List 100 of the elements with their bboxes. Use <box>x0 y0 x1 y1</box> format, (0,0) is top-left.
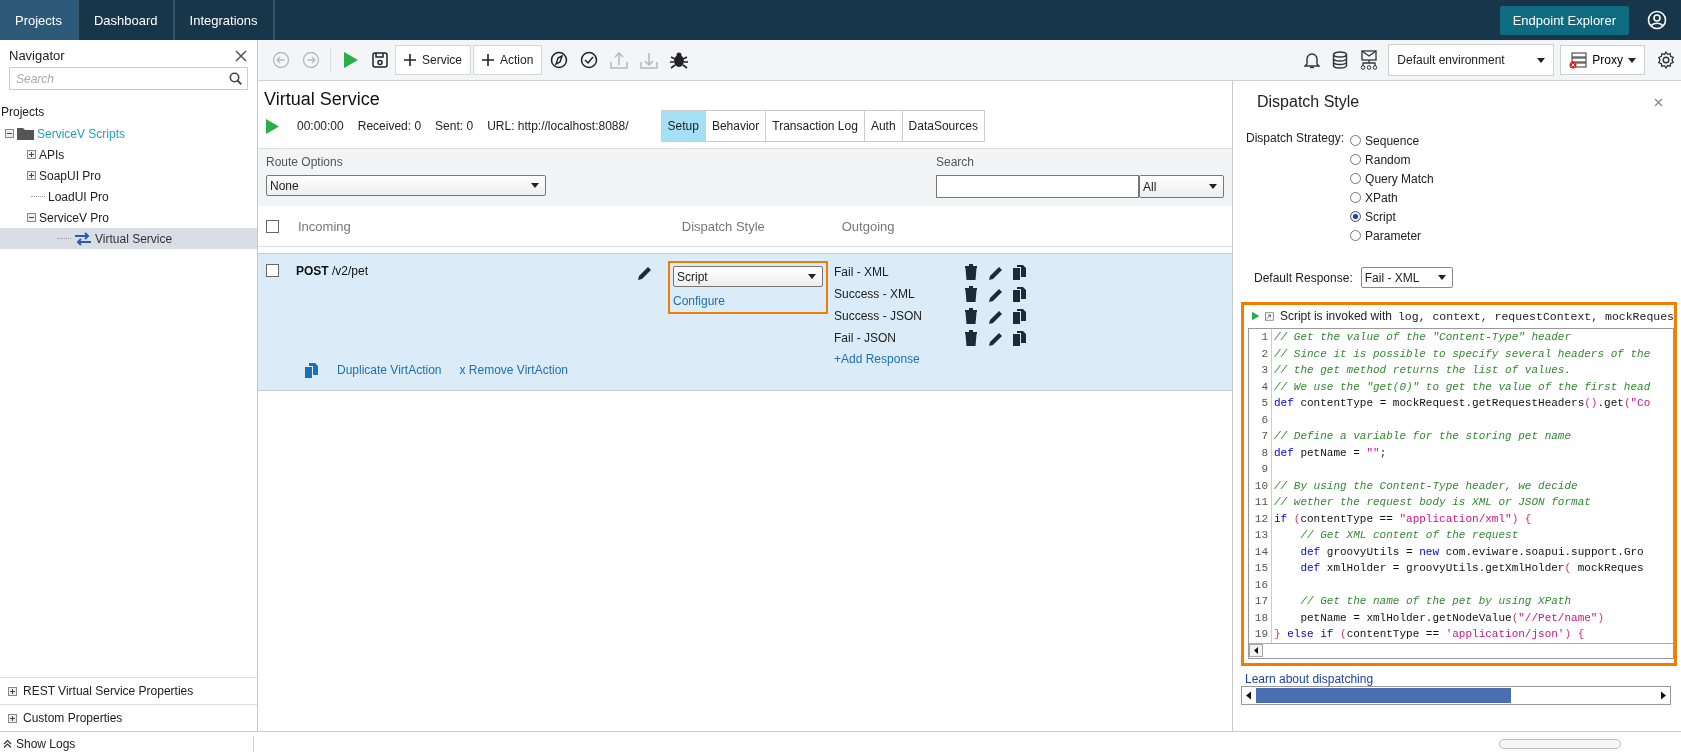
delete-icon[interactable] <box>964 286 978 302</box>
default-response-dropdown[interactable]: Fail - XML <box>1360 267 1453 288</box>
radio-label[interactable]: Query Match <box>1365 171 1434 186</box>
save-icon[interactable] <box>371 51 389 69</box>
radio-button[interactable] <box>1350 154 1362 165</box>
tree-item[interactable]: Virtual Service <box>0 228 257 249</box>
collapse-icon[interactable] <box>27 213 36 222</box>
copy-icon[interactable] <box>1012 286 1027 302</box>
run-icon[interactable] <box>266 118 279 134</box>
expand-icon[interactable] <box>27 150 36 159</box>
tree-item[interactable]: APIs <box>0 144 257 165</box>
response-name: Fail - XML <box>834 264 890 281</box>
panel-header[interactable]: REST Virtual Service Properties <box>23 684 194 698</box>
panel-header[interactable]: Custom Properties <box>23 711 123 725</box>
copy-icon[interactable] <box>1012 330 1027 346</box>
checkbox[interactable] <box>266 219 279 233</box>
script-hint: Script is invoked with <box>1279 309 1392 323</box>
edit-icon[interactable] <box>987 330 1003 346</box>
column-header: Dispatch Style <box>681 218 766 234</box>
checkbox[interactable] <box>266 264 279 277</box>
radio-button[interactable] <box>1350 135 1362 146</box>
line-number: 4 <box>1249 378 1272 395</box>
tree-item[interactable]: LoadUI Pro <box>0 186 257 207</box>
folder-icon <box>17 127 34 140</box>
learn-link[interactable]: Learn about dispatching <box>1241 665 1374 686</box>
code-line: def contentType = mockRequest.getRequestHeaders().get("Co <box>1273 396 1651 411</box>
code-line: // Get the name of the pet by using XPath <box>1299 594 1572 609</box>
nav-tab[interactable]: Projects <box>0 0 79 40</box>
delete-icon[interactable] <box>964 330 978 346</box>
field-label: Dispatch Strategy: <box>1246 131 1345 147</box>
remove-link[interactable]: x Remove VirtAction <box>459 363 568 377</box>
tab[interactable]: Setup <box>661 111 706 141</box>
radio-label[interactable]: Script <box>1365 209 1396 224</box>
scrollbar-thumb[interactable] <box>1499 739 1621 749</box>
expand-icon[interactable] <box>27 171 36 180</box>
code-line: petName = xmlHolder.getNodeValue("//Pet/name") <box>1299 610 1605 626</box>
line-number: 16 <box>1249 576 1272 593</box>
endpoint-explorer-button[interactable]: Endpoint Explorer <box>1499 5 1629 35</box>
edit-icon[interactable] <box>636 264 652 280</box>
check-circle-icon[interactable] <box>580 51 599 69</box>
horizontal-scrollbar[interactable] <box>1241 685 1671 705</box>
delete-icon[interactable] <box>964 308 978 324</box>
network-mail-icon[interactable] <box>1360 50 1379 70</box>
radio-button[interactable] <box>1350 173 1362 184</box>
add-response-link[interactable]: +Add Response <box>834 352 964 366</box>
show-logs-button[interactable]: Show Logs <box>16 737 76 751</box>
toolbar-button[interactable]: Service <box>395 45 471 75</box>
code-line: def groovyUtils = new com.eviware.soapui.support.Gro <box>1299 544 1644 560</box>
scroll-left-icon[interactable] <box>1249 643 1263 657</box>
run-icon[interactable] <box>341 51 359 69</box>
script-variables: log, context, requestContext, mockReques <box>1397 309 1674 323</box>
search-field[interactable] <box>936 175 1139 198</box>
run-icon[interactable] <box>1252 309 1260 323</box>
nav-tab[interactable]: Dashboard <box>78 0 175 40</box>
edit-icon[interactable] <box>987 286 1003 302</box>
line-number: 17 <box>1249 593 1272 610</box>
field-label: Search <box>936 155 976 169</box>
sent-count: Sent: 0 <box>435 119 474 133</box>
radio-button[interactable] <box>1350 230 1362 241</box>
search-field[interactable]: Search <box>9 67 248 90</box>
expand-icon[interactable] <box>8 713 17 723</box>
settings-icon[interactable] <box>1657 51 1675 69</box>
bug-icon[interactable] <box>670 51 689 69</box>
duplicate-link[interactable]: Duplicate VirtAction <box>337 363 442 377</box>
dispatch-dropdown[interactable]: Script <box>673 266 823 287</box>
close-icon[interactable] <box>1654 97 1663 107</box>
radio-label[interactable]: Parameter <box>1365 228 1422 243</box>
route-options-dropdown[interactable]: None <box>266 175 546 196</box>
edit-icon[interactable] <box>987 308 1003 324</box>
bell-icon[interactable] <box>1304 51 1321 69</box>
copy-icon[interactable] <box>1012 264 1027 280</box>
chevron-up-icon[interactable] <box>3 740 12 748</box>
radio-label[interactable]: Random <box>1365 152 1411 167</box>
line-number: 15 <box>1249 560 1272 577</box>
line-number: 18 <box>1249 609 1272 626</box>
edit-icon[interactable] <box>987 264 1003 280</box>
code-line: // Get the value of the "Content-Type" header <box>1273 330 1572 345</box>
close-icon[interactable] <box>235 49 247 62</box>
database-icon[interactable] <box>1332 51 1349 69</box>
user-icon[interactable] <box>1647 10 1667 30</box>
code-line: // Get XML content of the request <box>1299 528 1519 543</box>
proxy-button[interactable]: Proxy <box>1560 45 1645 75</box>
radio-button[interactable] <box>1350 192 1362 203</box>
radio-button[interactable] <box>1350 211 1362 222</box>
delete-icon[interactable] <box>964 264 978 280</box>
tree-item[interactable]: SoapUI Pro <box>0 165 257 186</box>
filter-dropdown[interactable]: All <box>1139 175 1224 198</box>
collapse-icon[interactable] <box>5 129 14 138</box>
line-number: 8 <box>1249 444 1272 461</box>
environment-dropdown[interactable]: Default environment <box>1388 44 1555 76</box>
radio-label[interactable]: Sequence <box>1365 133 1420 148</box>
radio-label[interactable]: XPath <box>1365 190 1398 205</box>
code-line: // By using the Content-Type header, we decide <box>1273 478 1578 494</box>
configure-link[interactable]: Configure <box>673 294 726 308</box>
copy-icon[interactable] <box>1012 308 1027 324</box>
toolbar-button[interactable]: Action <box>473 45 543 75</box>
compass-icon[interactable] <box>550 51 569 69</box>
expand-icon[interactable] <box>8 686 17 696</box>
tree-item[interactable]: ServiceV Pro <box>0 207 257 228</box>
external-window-icon[interactable] <box>1265 309 1274 323</box>
